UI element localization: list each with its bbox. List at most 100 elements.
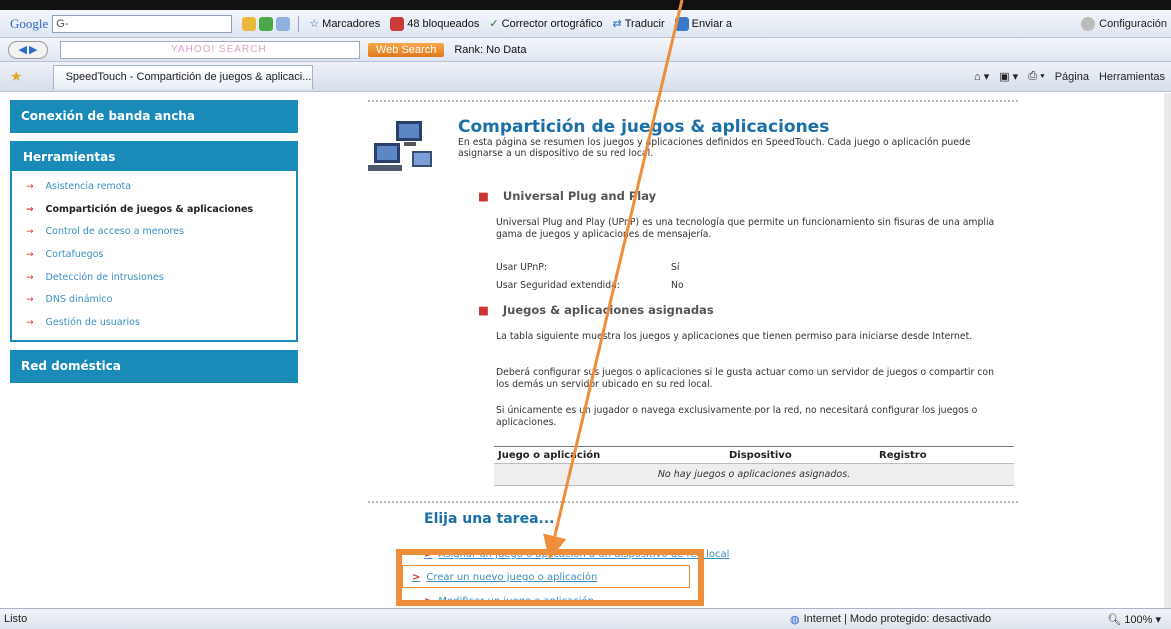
- status-text: Listo: [4, 613, 28, 625]
- gear-icon: [1081, 16, 1096, 31]
- spellcheck-label: Corrector ortográfico: [501, 17, 603, 30]
- settings-button[interactable]: Configuración: [1081, 16, 1167, 31]
- arrow-icon: →: [26, 182, 34, 192]
- toolbar-icons[interactable]: [242, 16, 291, 31]
- ext-security-value: No: [671, 280, 684, 291]
- globe-icon: ◍: [790, 613, 800, 626]
- table-empty-row: No hay juegos o aplicaciones asignados.: [494, 464, 1014, 486]
- translate-label: Traducir: [624, 17, 665, 30]
- sidebar-item-intrusion-detection[interactable]: → Detección de intrusiones: [12, 267, 296, 290]
- sidebar-item-label: Compartición de juegos & aplicaciones: [45, 203, 254, 215]
- assigned-heading: Juegos & aplicaciones asignadas: [502, 303, 714, 317]
- use-upnp-value: Sí: [671, 262, 680, 273]
- page-title: Compartición de juegos & aplicaciones: [458, 117, 830, 137]
- bookmark-icon[interactable]: [242, 16, 257, 31]
- yahoo-toolbar: ◀ ▶ YAHOO! SEARCH Web Search Rank: No Da…: [0, 38, 1171, 62]
- sidebar-home-network[interactable]: Red doméstica: [10, 349, 298, 383]
- feeds-icon[interactable]: ▣ ▾: [999, 70, 1018, 83]
- tools-menu[interactable]: Herramientas: [1099, 71, 1165, 83]
- google-search-input[interactable]: G-: [52, 14, 233, 33]
- sidebar-broadband[interactable]: Conexión de banda ancha: [10, 100, 298, 133]
- assigned-paragraph-1: La tabla siguiente muestra los juegos y …: [496, 331, 973, 342]
- bottom-divider: [368, 501, 1018, 503]
- page-description: En esta página se resumen los juegos y a…: [458, 137, 971, 159]
- settings-label: Configuración: [1099, 17, 1167, 30]
- sidebar-item-label: Asistencia remota: [45, 181, 132, 192]
- ext-security-row: Usar Seguridad extendida: No: [496, 280, 896, 291]
- sidebar-item-label: Gestión de usuarios: [45, 317, 140, 329]
- popup-blocker-button[interactable]: 48 bloqueados: [390, 16, 480, 31]
- sidebar-item-label: Cortafuegos: [45, 249, 104, 261]
- tab-bar: ★ SpeedTouch - Compartición de juegos & …: [0, 62, 1171, 92]
- sidebar-item-label: DNS dinámico: [45, 294, 113, 306]
- col-header-game: Juego o aplicación: [498, 450, 601, 461]
- yahoo-search-input[interactable]: YAHOO! SEARCH: [60, 40, 360, 59]
- sidebar-tools-heading[interactable]: Herramientas: [12, 143, 296, 171]
- back-forward-buttons[interactable]: ◀ ▶: [8, 40, 48, 59]
- col-header-log: Registro: [879, 450, 927, 461]
- table-header: Juego o aplicación Dispositivo Registro: [494, 446, 1014, 464]
- sidebar-item-parental-control[interactable]: → Control de acceso a menores: [12, 221, 296, 244]
- rank-dropdown[interactable]: Rank: No Data: [454, 44, 526, 56]
- sidebar-item-remote-assistance[interactable]: → Asistencia remota: [12, 176, 296, 199]
- tab-speedtouch[interactable]: SpeedTouch - Compartición de juegos & ap…: [52, 64, 313, 89]
- zoom-control[interactable]: 🔍︎ 100% ▾: [1107, 613, 1161, 626]
- google-toolbar: Google G- ☆ Marcadores 48 bloqueados ✓ C…: [0, 10, 1171, 38]
- web-search-button[interactable]: Web Search: [368, 42, 445, 57]
- upnp-section-heading: ■ Universal Plug and Play: [478, 189, 656, 203]
- security-zone[interactable]: ◍ Internet | Modo protegido: desactivado: [790, 613, 991, 626]
- star-icon: ☆: [309, 18, 320, 30]
- top-divider: [368, 100, 1018, 102]
- send-icon: [674, 16, 689, 31]
- main-content: Compartición de juegos & aplicaciones En…: [368, 100, 1018, 171]
- back-icon[interactable]: ◀: [19, 43, 27, 56]
- arrow-icon: →: [26, 272, 34, 283]
- favorites-button[interactable]: ☆ Marcadores: [309, 17, 381, 31]
- use-upnp-row: Usar UPnP: Sí: [496, 262, 896, 273]
- arrow-icon: →: [26, 227, 34, 238]
- page-menu[interactable]: Página: [1055, 71, 1089, 83]
- assigned-section-heading: ■ Juegos & aplicaciones asignadas: [478, 303, 714, 317]
- status-bar: Listo ◍ Internet | Modo protegido: desac…: [0, 608, 1171, 629]
- sidebar-item-label: Control de acceso a menores: [45, 226, 184, 238]
- zoom-value: 100%: [1124, 613, 1153, 626]
- favorites-label: Marcadores: [322, 17, 381, 30]
- tasks-heading: Elija una tarea...: [424, 511, 555, 527]
- bullet-icon: ■: [478, 189, 489, 203]
- command-bar: ⌂ ▾ ▣ ▾ ⎙ ▾ Página Herramientas: [974, 70, 1165, 83]
- annotation-inner-box: [402, 565, 690, 588]
- sidebar-item-user-management[interactable]: → Gestión de usuarios: [12, 312, 296, 335]
- ext-security-label: Usar Seguridad extendida:: [496, 280, 620, 291]
- home-icon[interactable]: ⌂ ▾: [974, 70, 989, 83]
- col-header-device: Dispositivo: [729, 450, 792, 461]
- spellcheck-icon: ✓: [489, 18, 499, 30]
- zone-label: Internet | Modo protegido: desactivado: [803, 613, 992, 625]
- toolbar-separator: [298, 15, 300, 32]
- google-logo[interactable]: Google: [10, 16, 48, 32]
- sidebar-item-label: Detección de intrusiones: [45, 271, 164, 283]
- popup-block-icon: [390, 16, 405, 31]
- sidebar-item-game-sharing[interactable]: → Compartición de juegos & aplicaciones: [12, 199, 296, 222]
- send-label: Enviar a: [691, 17, 733, 30]
- blocked-count: 48 bloqueados: [407, 17, 480, 30]
- print-icon[interactable]: ⎙ ▾: [1028, 70, 1044, 83]
- arrow-icon: →: [26, 204, 34, 215]
- sidebar-item-firewall[interactable]: → Cortafuegos: [12, 244, 296, 267]
- favorites-star-icon[interactable]: ★: [10, 68, 23, 85]
- sidebar-tools-list: → Asistencia remota → Compartición de jueg…: [12, 171, 296, 340]
- green-icon[interactable]: [259, 16, 274, 31]
- send-to-button[interactable]: Enviar a: [674, 16, 733, 31]
- assigned-paragraph-2: Deberá configurar sus juegos o aplicacio…: [496, 367, 994, 390]
- forward-icon[interactable]: ▶: [29, 43, 37, 56]
- pagerank-icon[interactable]: [276, 16, 291, 31]
- use-upnp-label: Usar UPnP:: [496, 262, 548, 273]
- arrow-icon: →: [26, 295, 34, 306]
- scrollbar[interactable]: [1164, 93, 1171, 608]
- upnp-heading: Universal Plug and Play: [502, 189, 657, 203]
- translate-button[interactable]: ⇄ Traducir: [613, 17, 665, 31]
- arrow-icon: →: [26, 318, 34, 329]
- window-top-edge: [0, 0, 1171, 10]
- sidebar-item-dynamic-dns[interactable]: → DNS dinámico: [12, 289, 296, 312]
- spellcheck-button[interactable]: ✓ Corrector ortográfico: [489, 17, 603, 31]
- zoom-icon: 🔍︎: [1107, 613, 1122, 626]
